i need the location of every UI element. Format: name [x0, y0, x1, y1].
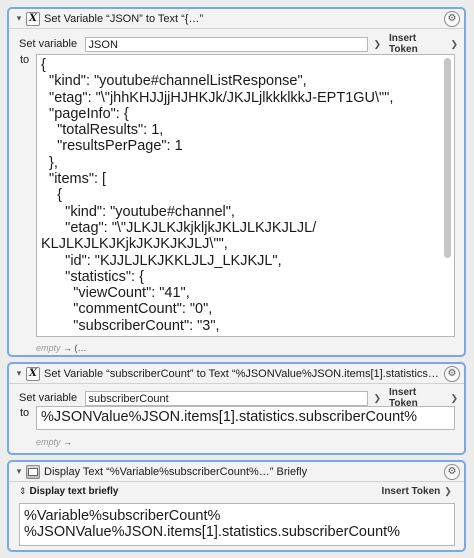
insert-token-chevron-icon[interactable]: ❯ — [450, 39, 458, 50]
to-label: to — [20, 54, 30, 66]
json-text: { "kind": "youtube#channelListResponse",… — [41, 57, 394, 334]
display-text-line-2: %JSONValue%JSON.items[1].statistics.subs… — [24, 524, 401, 541]
disclosure-triangle-icon[interactable]: ▾ — [12, 466, 26, 477]
action-title: Display Text “%Variable%subscriberCount%… — [44, 465, 308, 478]
gear-icon[interactable]: ⚙ — [444, 366, 460, 382]
scrollbar[interactable] — [444, 58, 451, 258]
disclosure-triangle-icon[interactable]: ▾ — [12, 13, 26, 24]
action-display-text-briefly[interactable]: ▾ Display Text “%Variable%subscriberCoun… — [7, 460, 466, 552]
action-set-variable-json[interactable]: ▾ X Set Variable “JSON” to Text “{…” ⚙ S… — [7, 7, 466, 357]
display-mode-popup[interactable]: Display text briefly — [30, 486, 382, 497]
gear-icon[interactable]: ⚙ — [444, 11, 460, 27]
empty-row: empty → — [36, 437, 72, 447]
action-header[interactable]: ▾ X Set Variable “JSON” to Text “{…” ⚙ — [9, 9, 464, 29]
variable-name-field[interactable]: JSON — [84, 36, 369, 52]
result-arrow[interactable]: → (… — [63, 343, 87, 353]
empty-row: empty → (… — [36, 343, 87, 353]
empty-label: empty — [36, 437, 61, 447]
display-window-icon — [26, 464, 40, 479]
text-value: %JSONValue%JSON.items[1].statistics.subs… — [41, 409, 418, 425]
insert-token-button[interactable]: Insert Token — [389, 33, 446, 55]
set-variable-row: Set variable JSON ❯ Insert Token ❯ — [19, 33, 458, 55]
action-header[interactable]: ▾ X Set Variable “subscriberCount” to Te… — [9, 364, 464, 384]
mode-popup-chevron-icon[interactable]: ⇕ — [19, 486, 27, 497]
action-title: Set Variable “subscriberCount” to Text “… — [44, 367, 439, 380]
action-set-variable-subscribercount[interactable]: ▾ X Set Variable “subscriberCount” to Te… — [7, 362, 466, 455]
insert-token-chevron-icon[interactable]: ❯ — [450, 393, 458, 404]
disclosure-triangle-icon[interactable]: ▾ — [12, 368, 26, 379]
text-value-area[interactable]: %Variable%subscriberCount% %JSONValue%JS… — [19, 503, 455, 546]
variable-chevron-icon[interactable]: ❯ — [373, 393, 381, 404]
result-arrow[interactable]: → — [63, 437, 72, 447]
text-value-area[interactable]: %JSONValue%JSON.items[1].statistics.subs… — [36, 406, 455, 430]
variable-chevron-icon[interactable]: ❯ — [373, 39, 381, 50]
empty-label: empty — [36, 343, 61, 353]
text-value-area[interactable]: { "kind": "youtube#channelListResponse",… — [36, 54, 455, 337]
set-variable-label: Set variable — [19, 392, 78, 404]
variable-x-icon: X — [26, 11, 40, 26]
display-mode-row: ⇕ Display text briefly Insert Token ❯ — [19, 486, 458, 497]
gear-icon[interactable]: ⚙ — [444, 464, 460, 480]
insert-token-button[interactable]: Insert Token — [382, 486, 441, 497]
insert-token-chevron-icon[interactable]: ❯ — [444, 486, 452, 497]
set-variable-label: Set variable — [19, 38, 78, 50]
action-title: Set Variable “JSON” to Text “{…” — [44, 12, 204, 25]
variable-x-icon: X — [26, 366, 40, 381]
variable-name-field[interactable]: subscriberCount — [84, 390, 369, 406]
action-header[interactable]: ▾ Display Text “%Variable%subscriberCoun… — [9, 462, 464, 482]
display-text-line-1: %Variable%subscriberCount% — [24, 508, 221, 524]
to-label: to — [20, 407, 30, 419]
